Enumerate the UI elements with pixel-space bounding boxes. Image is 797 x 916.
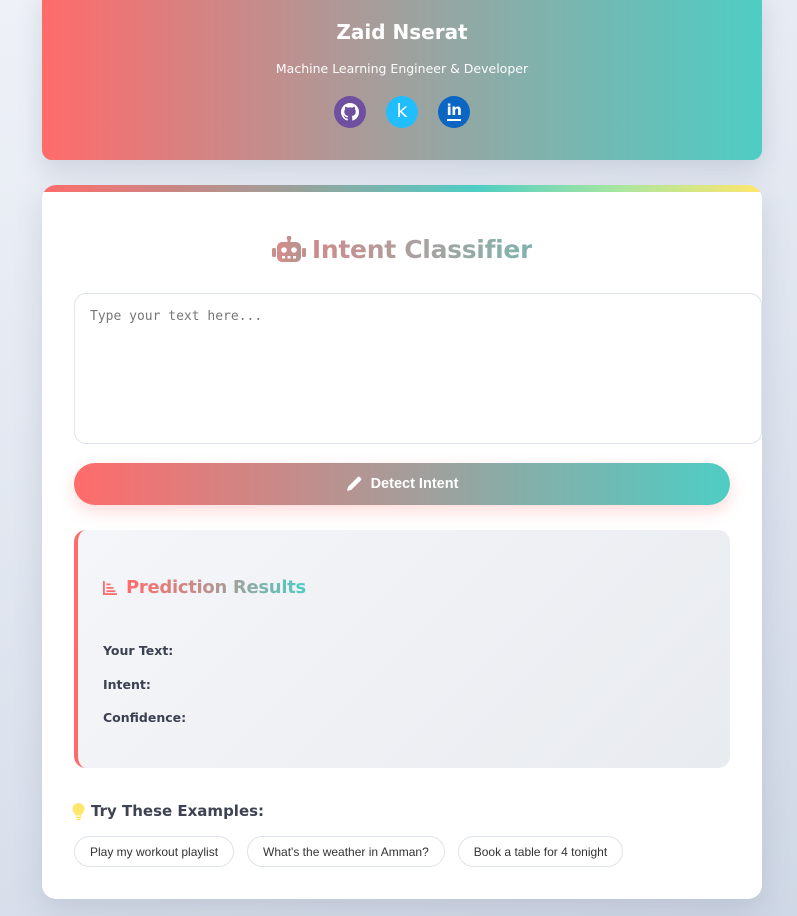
github-icon: [341, 103, 359, 121]
page-title: Intent Classifier: [42, 235, 762, 264]
text-input[interactable]: [74, 293, 762, 444]
results-heading-text: Prediction Results: [126, 577, 306, 598]
robot-icon: [271, 235, 306, 262]
linkedin-icon: in: [446, 101, 462, 121]
confidence-row: Confidence:: [103, 710, 192, 725]
intent-label: Intent:: [103, 677, 151, 692]
app-title-text: Intent Classifier: [311, 235, 533, 264]
social-links: k in: [42, 96, 762, 128]
linkedin-link[interactable]: in: [438, 96, 470, 128]
examples-heading-text: Try These Examples:: [91, 802, 265, 820]
your-text-row: Your Text:: [103, 643, 179, 658]
example-chip[interactable]: Book a table for 4 tonight: [457, 836, 624, 867]
lightbulb-icon: [72, 802, 85, 820]
github-link[interactable]: [334, 96, 366, 128]
kaggle-icon: k: [396, 100, 408, 122]
profile-name: Zaid Nserat: [336, 20, 468, 44]
example-chip[interactable]: What's the weather in Amman?: [247, 836, 445, 867]
profile-header: Zaid Nserat Machine Learning Engineer & …: [42, 0, 762, 160]
example-chip[interactable]: Play my workout playlist: [74, 836, 235, 867]
detect-intent-label: Detect Intent: [370, 476, 459, 492]
confidence-label: Confidence:: [103, 710, 187, 725]
your-text-label: Your Text:: [103, 643, 174, 658]
detect-intent-button[interactable]: Detect Intent: [74, 463, 730, 505]
examples-heading: Try These Examples:: [72, 802, 264, 820]
profile-role: Machine Learning Engineer & Developer: [275, 61, 529, 76]
intent-row: Intent:: [103, 677, 157, 692]
bar-chart-icon: [103, 580, 117, 595]
pencil-icon: [346, 476, 361, 491]
results-heading: Prediction Results: [103, 577, 306, 598]
examples-list: Play my workout playlist What's the weat…: [74, 836, 624, 867]
kaggle-link[interactable]: k: [386, 96, 418, 128]
classifier-card: Intent Classifier Detect Intent Predicti…: [42, 185, 762, 899]
results-panel: Prediction Results Your Text: Intent: Co…: [74, 530, 730, 768]
gradient-stripe: [42, 185, 762, 192]
